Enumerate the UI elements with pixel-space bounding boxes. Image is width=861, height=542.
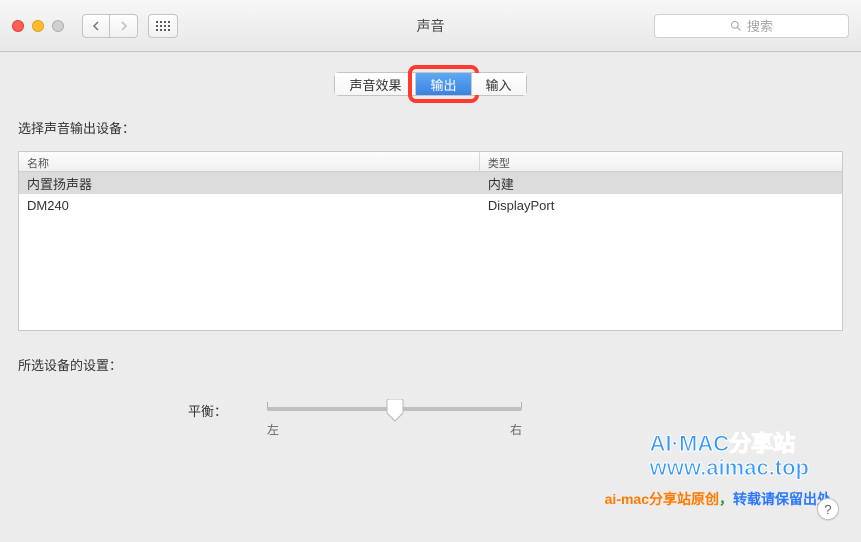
minimize-window-button[interactable]: [32, 20, 44, 32]
balance-slider[interactable]: 左 右: [267, 399, 522, 438]
selected-device-settings-label: 所选设备的设置：: [18, 355, 843, 374]
grid-icon: [156, 21, 170, 31]
search-input[interactable]: 搜索: [654, 14, 849, 38]
tab-output[interactable]: 输出: [416, 73, 471, 95]
forward-button[interactable]: [110, 14, 138, 38]
column-type[interactable]: 类型: [480, 152, 842, 171]
toolbar: 声音 搜索: [0, 0, 861, 52]
zoom-window-button[interactable]: [52, 20, 64, 32]
device-row[interactable]: DM240 DisplayPort: [19, 194, 842, 216]
chevron-left-icon: [92, 21, 100, 31]
device-list: 名称 类型 内置扬声器 内建 DM240 DisplayPort: [18, 151, 843, 331]
content: 声音效果 输出 输入 选择声音输出设备： 名称 类型 内置扬声器 内建 DM24…: [0, 52, 861, 458]
search-icon: [730, 20, 742, 32]
search-placeholder: 搜索: [747, 16, 773, 35]
help-button[interactable]: ?: [817, 498, 839, 520]
output-device-label: 选择声音输出设备：: [18, 118, 843, 137]
window-title: 声音: [417, 16, 445, 36]
tab-group: 声音效果 输出 输入: [334, 72, 526, 96]
balance-right-label: 右: [510, 421, 522, 438]
tabs: 声音效果 输出 输入: [18, 72, 843, 96]
close-window-button[interactable]: [12, 20, 24, 32]
device-name: DM240: [19, 198, 480, 213]
device-name: 内置扬声器: [19, 174, 480, 193]
device-list-header: 名称 类型: [19, 152, 842, 172]
balance-left-label: 左: [267, 421, 279, 438]
back-button[interactable]: [82, 14, 110, 38]
balance-label: 平衡：: [188, 399, 227, 420]
tab-input[interactable]: 输入: [472, 73, 526, 95]
device-type: 内建: [480, 174, 842, 193]
watermark-footer: ai-mac分享站原创，转载请保留出处: [605, 489, 831, 509]
device-row[interactable]: 内置扬声器 内建: [19, 172, 842, 194]
column-name[interactable]: 名称: [19, 152, 480, 171]
chevron-right-icon: [120, 21, 128, 31]
slider-labels: 左 右: [267, 421, 522, 438]
nav-buttons: [82, 14, 138, 38]
device-type: DisplayPort: [480, 198, 842, 213]
show-all-button[interactable]: [148, 14, 178, 38]
watermark-logo: AI·MAC分享站 www.aimac.top: [650, 432, 809, 480]
window-controls: [12, 20, 64, 32]
slider-knob[interactable]: [385, 399, 405, 419]
tab-sound-effects[interactable]: 声音效果: [335, 73, 416, 95]
